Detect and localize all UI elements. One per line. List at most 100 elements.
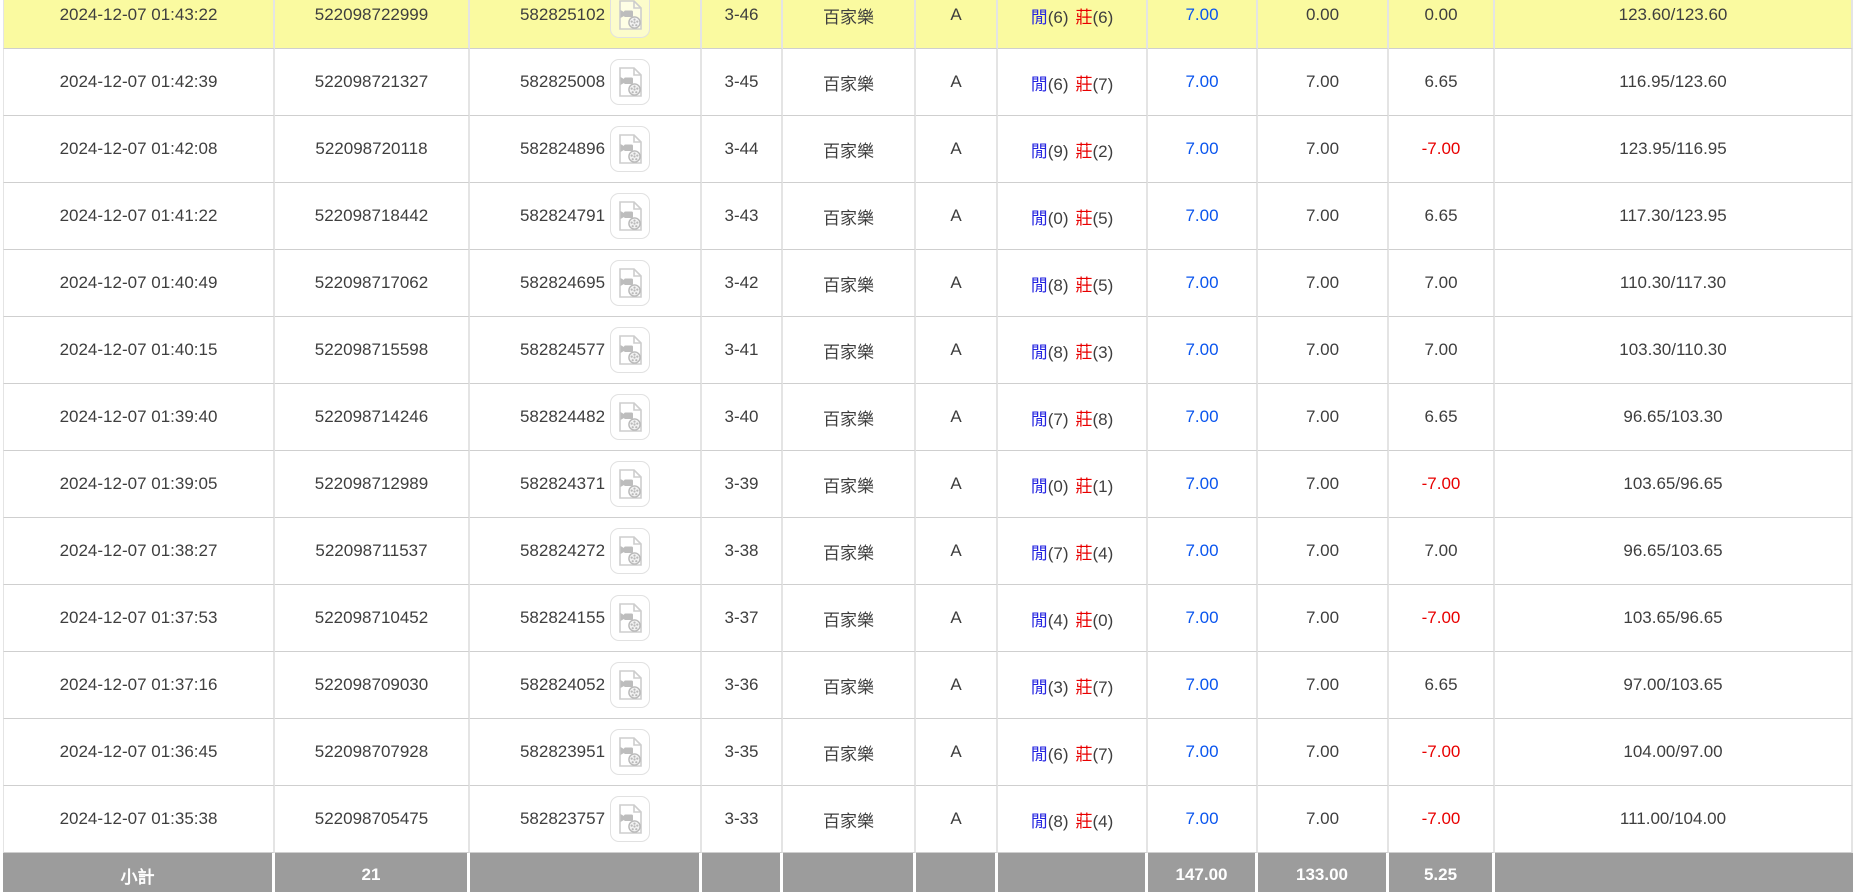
- bet-records-view: 2024-12-07 01:43:22 522098722999 5828251…: [0, 0, 1853, 892]
- table-scroll-area[interactable]: 2024-12-07 01:43:22 522098722999 5828251…: [3, 0, 1853, 892]
- player-score: (7): [1048, 544, 1069, 563]
- game-result: 閒(8)莊(3): [998, 317, 1148, 384]
- player-label: 閒: [1031, 142, 1048, 161]
- player-score: (0): [1048, 477, 1069, 496]
- round-id: 582824155: [520, 608, 605, 627]
- round-cell: 582824482: [470, 384, 702, 451]
- round-id: 582824482: [520, 407, 605, 426]
- video-replay-button[interactable]: [610, 796, 650, 842]
- bet-time: 2024-12-07 01:42:08: [3, 116, 275, 183]
- hall-code: A: [916, 384, 998, 451]
- table-round: 3-38: [702, 518, 783, 585]
- valid-amount: 7.00: [1258, 518, 1389, 585]
- video-replay-button[interactable]: [610, 528, 650, 574]
- banker-score: (4): [1093, 812, 1114, 831]
- table-row: 2024-12-07 01:36:45 522098707928 5828239…: [3, 719, 1853, 786]
- valid-amount: 7.00: [1258, 585, 1389, 652]
- banker-label: 莊: [1076, 142, 1093, 161]
- video-replay-button[interactable]: [610, 662, 650, 708]
- bet-time: 2024-12-07 01:43:22: [3, 0, 275, 49]
- win-loss: 6.65: [1389, 49, 1495, 116]
- game-name: 百家樂: [783, 585, 916, 652]
- round-cell: 582824155: [470, 585, 702, 652]
- bet-amount: 7.00: [1148, 0, 1258, 49]
- banker-score: (1): [1093, 477, 1114, 496]
- bet-amount: 7.00: [1148, 317, 1258, 384]
- video-replay-button[interactable]: [610, 461, 650, 507]
- video-replay-button[interactable]: [610, 327, 650, 373]
- bet-id: 522098707928: [275, 719, 470, 786]
- player-label: 閒: [1031, 678, 1048, 697]
- valid-amount: 7.00: [1258, 116, 1389, 183]
- round-cell: 582824052: [470, 652, 702, 719]
- banker-label: 莊: [1076, 410, 1093, 429]
- game-result: 閒(0)莊(5): [998, 183, 1148, 250]
- player-score: (3): [1048, 678, 1069, 697]
- table-row: 2024-12-07 01:39:40 522098714246 5828244…: [3, 384, 1853, 451]
- hall-code: A: [916, 250, 998, 317]
- round-cell: 582824371: [470, 451, 702, 518]
- game-result: 閒(4)莊(0): [998, 585, 1148, 652]
- table-row: 2024-12-07 01:42:08 522098720118 5828248…: [3, 116, 1853, 183]
- banker-score: (7): [1093, 75, 1114, 94]
- game-name: 百家樂: [783, 49, 916, 116]
- banker-label: 莊: [1076, 276, 1093, 295]
- balance: 116.95/123.60: [1495, 49, 1853, 116]
- game-result: 閒(3)莊(7): [998, 652, 1148, 719]
- table-round: 3-33: [702, 786, 783, 853]
- subtotal-empty-cell: [998, 853, 1148, 892]
- table-row: 2024-12-07 01:38:27 522098711537 5828242…: [3, 518, 1853, 585]
- bet-time: 2024-12-07 01:40:49: [3, 250, 275, 317]
- video-replay-button[interactable]: [610, 595, 650, 641]
- game-name: 百家樂: [783, 652, 916, 719]
- hall-code: A: [916, 585, 998, 652]
- subtotal-count: 21: [275, 853, 470, 892]
- player-label: 閒: [1031, 343, 1048, 362]
- game-result: 閒(8)莊(5): [998, 250, 1148, 317]
- round-id: 582824272: [520, 541, 605, 560]
- video-replay-button[interactable]: [610, 126, 650, 172]
- player-label: 閒: [1031, 209, 1048, 228]
- player-score: (6): [1048, 745, 1069, 764]
- valid-amount: 7.00: [1258, 451, 1389, 518]
- balance: 103.65/96.65: [1495, 451, 1853, 518]
- valid-amount: 7.00: [1258, 49, 1389, 116]
- bet-time: 2024-12-07 01:37:16: [3, 652, 275, 719]
- hall-code: A: [916, 451, 998, 518]
- banker-score: (6): [1093, 8, 1114, 27]
- valid-amount: 7.00: [1258, 719, 1389, 786]
- hall-code: A: [916, 786, 998, 853]
- balance: 117.30/123.95: [1495, 183, 1853, 250]
- video-replay-button[interactable]: [610, 0, 650, 38]
- win-loss: 6.65: [1389, 183, 1495, 250]
- video-replay-button[interactable]: [610, 260, 650, 306]
- subtotal-win-total: 5.25: [1389, 853, 1495, 892]
- banker-score: (2): [1093, 142, 1114, 161]
- video-replay-button[interactable]: [610, 729, 650, 775]
- table-round: 3-44: [702, 116, 783, 183]
- round-cell: 582824695: [470, 250, 702, 317]
- bet-id: 522098721327: [275, 49, 470, 116]
- player-label: 閒: [1031, 477, 1048, 496]
- player-label: 閒: [1031, 8, 1048, 27]
- video-replay-icon: [616, 200, 644, 232]
- banker-label: 莊: [1076, 209, 1093, 228]
- video-replay-button[interactable]: [610, 59, 650, 105]
- subtotal-row: 小計 21 147.00 133.00 5.25: [3, 853, 1853, 892]
- bet-time: 2024-12-07 01:38:27: [3, 518, 275, 585]
- hall-code: A: [916, 0, 998, 49]
- hall-code: A: [916, 49, 998, 116]
- player-label: 閒: [1031, 611, 1048, 630]
- game-result: 閒(0)莊(1): [998, 451, 1148, 518]
- video-replay-button[interactable]: [610, 394, 650, 440]
- player-label: 閒: [1031, 745, 1048, 764]
- round-id: 582823951: [520, 742, 605, 761]
- game-result: 閒(6)莊(7): [998, 49, 1148, 116]
- video-replay-button[interactable]: [610, 193, 650, 239]
- bet-id: 522098709030: [275, 652, 470, 719]
- bet-amount: 7.00: [1148, 250, 1258, 317]
- game-name: 百家樂: [783, 116, 916, 183]
- hall-code: A: [916, 719, 998, 786]
- player-score: (4): [1048, 611, 1069, 630]
- table-round: 3-45: [702, 49, 783, 116]
